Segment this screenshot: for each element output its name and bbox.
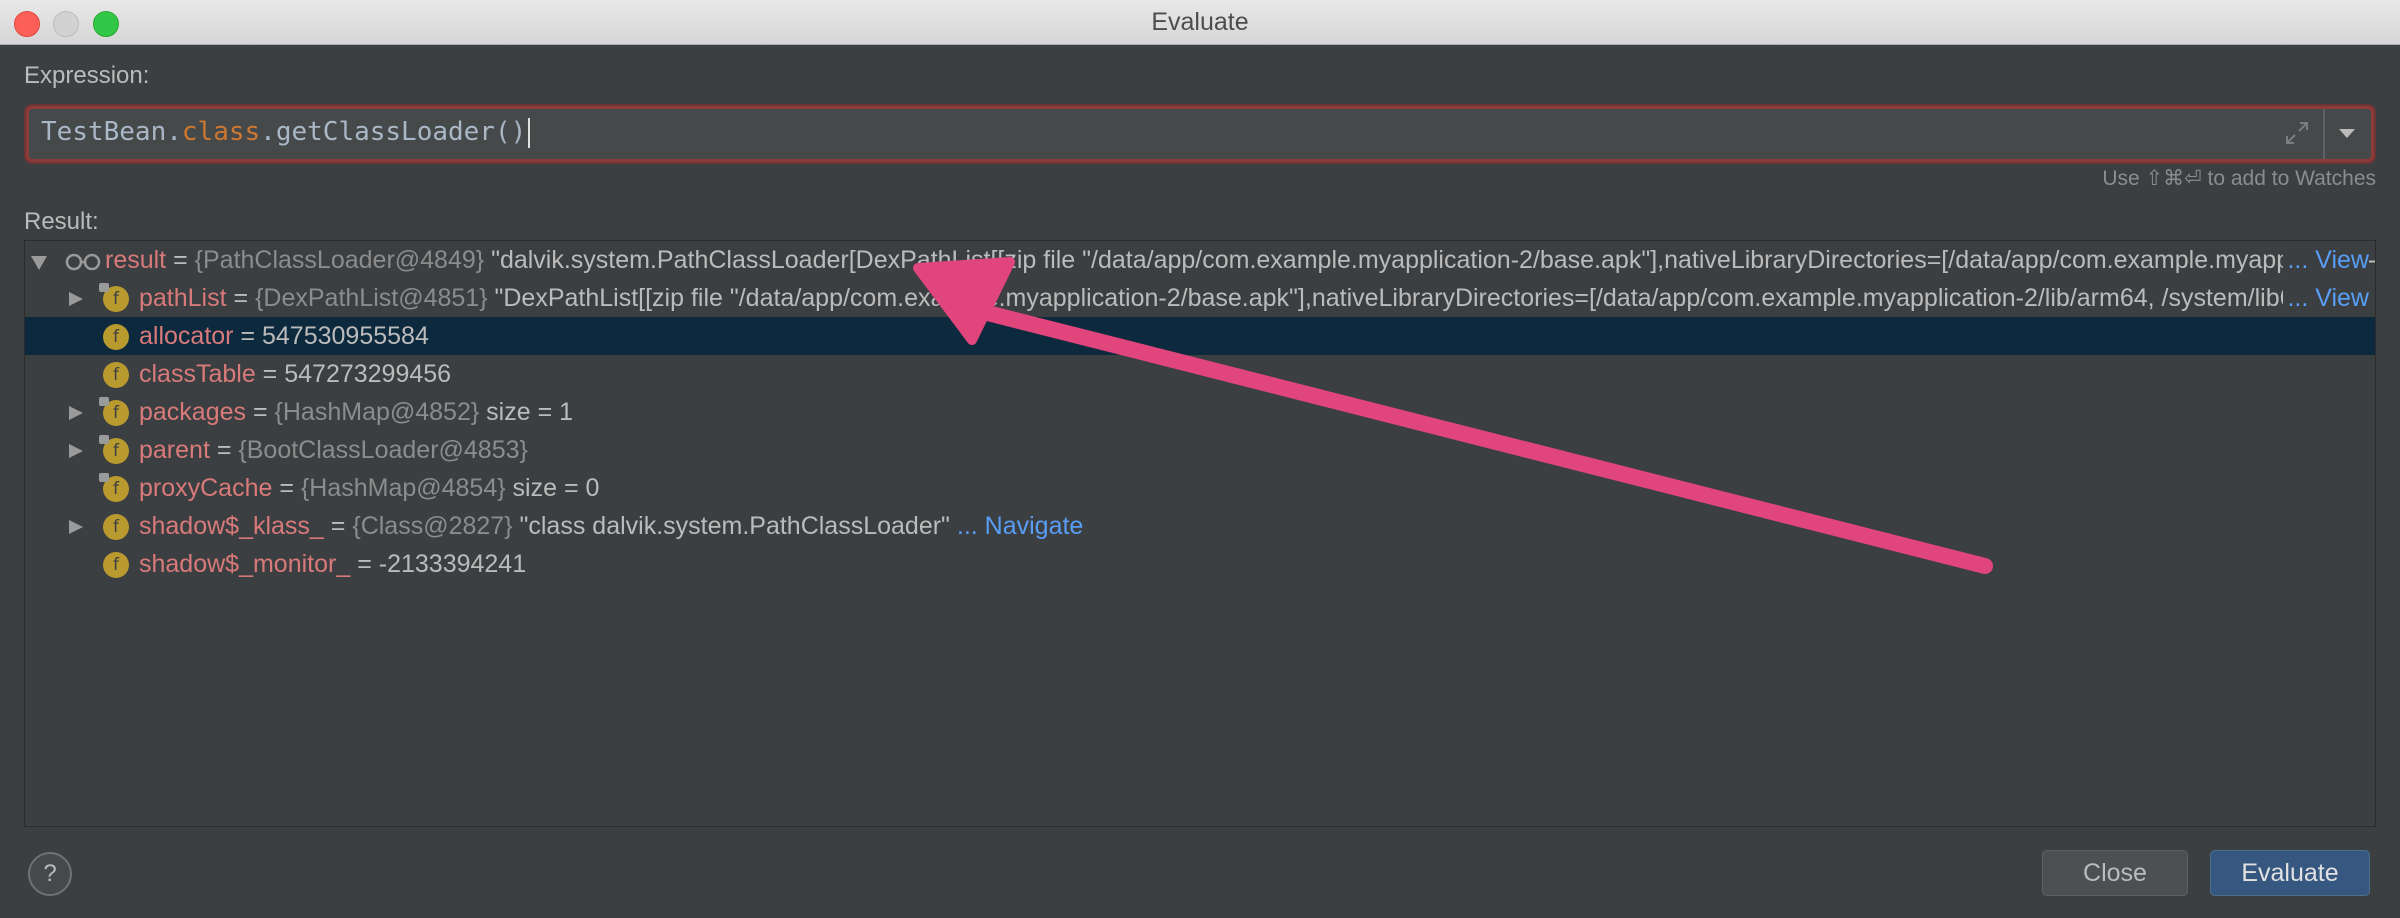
view-link[interactable]: ... View bbox=[2283, 279, 2369, 317]
evaluate-button[interactable]: Evaluate bbox=[2210, 850, 2370, 896]
object-ref: {DexPathList@4851} bbox=[255, 284, 488, 312]
variable-value: 547530955584 bbox=[262, 322, 429, 350]
variable-value: -2133394241 bbox=[378, 550, 527, 578]
expand-icon[interactable] bbox=[69, 520, 83, 534]
tree-row-classtable[interactable]: f classTable = 547273299456 bbox=[25, 355, 2375, 393]
field-icon: f bbox=[99, 397, 129, 426]
variable-name: result bbox=[105, 246, 167, 274]
object-ref: {PathClassLoader@4849} bbox=[194, 246, 485, 274]
field-icon: f bbox=[103, 362, 129, 388]
tree-row-shadow-monitor[interactable]: f shadow$_monitor_ = -2133394241 bbox=[25, 545, 2375, 583]
variable-value: "DexPathList[[zip file "/data/app/com.ex… bbox=[487, 284, 2331, 312]
collapse-icon[interactable] bbox=[31, 256, 47, 270]
variable-value: "dalvik.system.PathClassLoader[DexPathLi… bbox=[491, 246, 2375, 274]
variable-value: size = 0 bbox=[505, 474, 600, 502]
watch-glasses-icon bbox=[65, 253, 101, 271]
help-button[interactable]: ? bbox=[28, 852, 72, 896]
variable-name: pathList bbox=[139, 284, 227, 312]
view-link[interactable]: ... View bbox=[2283, 241, 2369, 279]
field-icon: f bbox=[99, 283, 129, 312]
dropdown-separator bbox=[2323, 109, 2325, 159]
field-icon: f bbox=[99, 435, 129, 464]
tree-row-proxycache[interactable]: f proxyCache = {HashMap@4854} size = 0 bbox=[25, 469, 2375, 507]
field-icon: f bbox=[99, 473, 129, 502]
variable-value: 547273299456 bbox=[284, 360, 452, 388]
result-tree[interactable]: result = {PathClassLoader@4849} "dalvik.… bbox=[24, 240, 2376, 827]
expand-icon[interactable] bbox=[69, 292, 83, 306]
variable-name: shadow$_monitor_ bbox=[139, 550, 351, 578]
expression-label: Expression: bbox=[24, 62, 150, 89]
field-icon: f bbox=[103, 324, 129, 350]
title-bar: Evaluate bbox=[0, 0, 2400, 45]
tree-row-result[interactable]: result = {PathClassLoader@4849} "dalvik.… bbox=[25, 241, 2375, 279]
field-icon: f bbox=[103, 552, 129, 578]
variable-value: "class dalvik.system.PathClassLoader" bbox=[512, 512, 950, 540]
variable-name: classTable bbox=[139, 360, 256, 388]
variable-name: packages bbox=[139, 398, 247, 426]
variable-name: allocator bbox=[139, 322, 234, 350]
expand-icon[interactable] bbox=[69, 406, 83, 420]
object-ref: {BootClassLoader@4853} bbox=[238, 436, 528, 464]
history-dropdown-icon[interactable] bbox=[2335, 121, 2359, 145]
result-label: Result: bbox=[24, 208, 99, 235]
watches-hint: Use ⇧⌘⏎ to add to Watches bbox=[2102, 167, 2376, 190]
object-ref: {HashMap@4854} bbox=[300, 474, 506, 502]
tree-row-pathlist[interactable]: f pathList = {DexPathList@4851} "DexPath… bbox=[25, 279, 2375, 317]
field-icon: f bbox=[103, 514, 129, 540]
navigate-link[interactable]: ... Navigate bbox=[950, 512, 1083, 540]
object-ref: {HashMap@4852} bbox=[274, 398, 480, 426]
variable-name: proxyCache bbox=[139, 474, 273, 502]
variable-value: size = 1 bbox=[479, 398, 574, 426]
expand-icon[interactable] bbox=[69, 444, 83, 458]
object-ref: {Class@2827} bbox=[352, 512, 513, 540]
close-button[interactable]: Close bbox=[2042, 850, 2188, 896]
tree-row-shadow-klass[interactable]: f shadow$_klass_ = {Class@2827} "class d… bbox=[25, 507, 2375, 545]
variable-name: parent bbox=[139, 436, 210, 464]
expression-input[interactable]: TestBean.class.getClassLoader() bbox=[26, 106, 2374, 162]
tree-row-allocator[interactable]: f allocator = 547530955584 bbox=[25, 317, 2375, 355]
tree-row-packages[interactable]: f packages = {HashMap@4852} size = 1 bbox=[25, 393, 2375, 431]
expand-icon[interactable] bbox=[2283, 119, 2311, 147]
variable-name: shadow$_klass_ bbox=[139, 512, 324, 540]
window-title: Evaluate bbox=[1151, 8, 1249, 36]
expression-code[interactable]: TestBean.class.getClassLoader() bbox=[41, 117, 531, 148]
tree-row-parent[interactable]: f parent = {BootClassLoader@4853} bbox=[25, 431, 2375, 469]
